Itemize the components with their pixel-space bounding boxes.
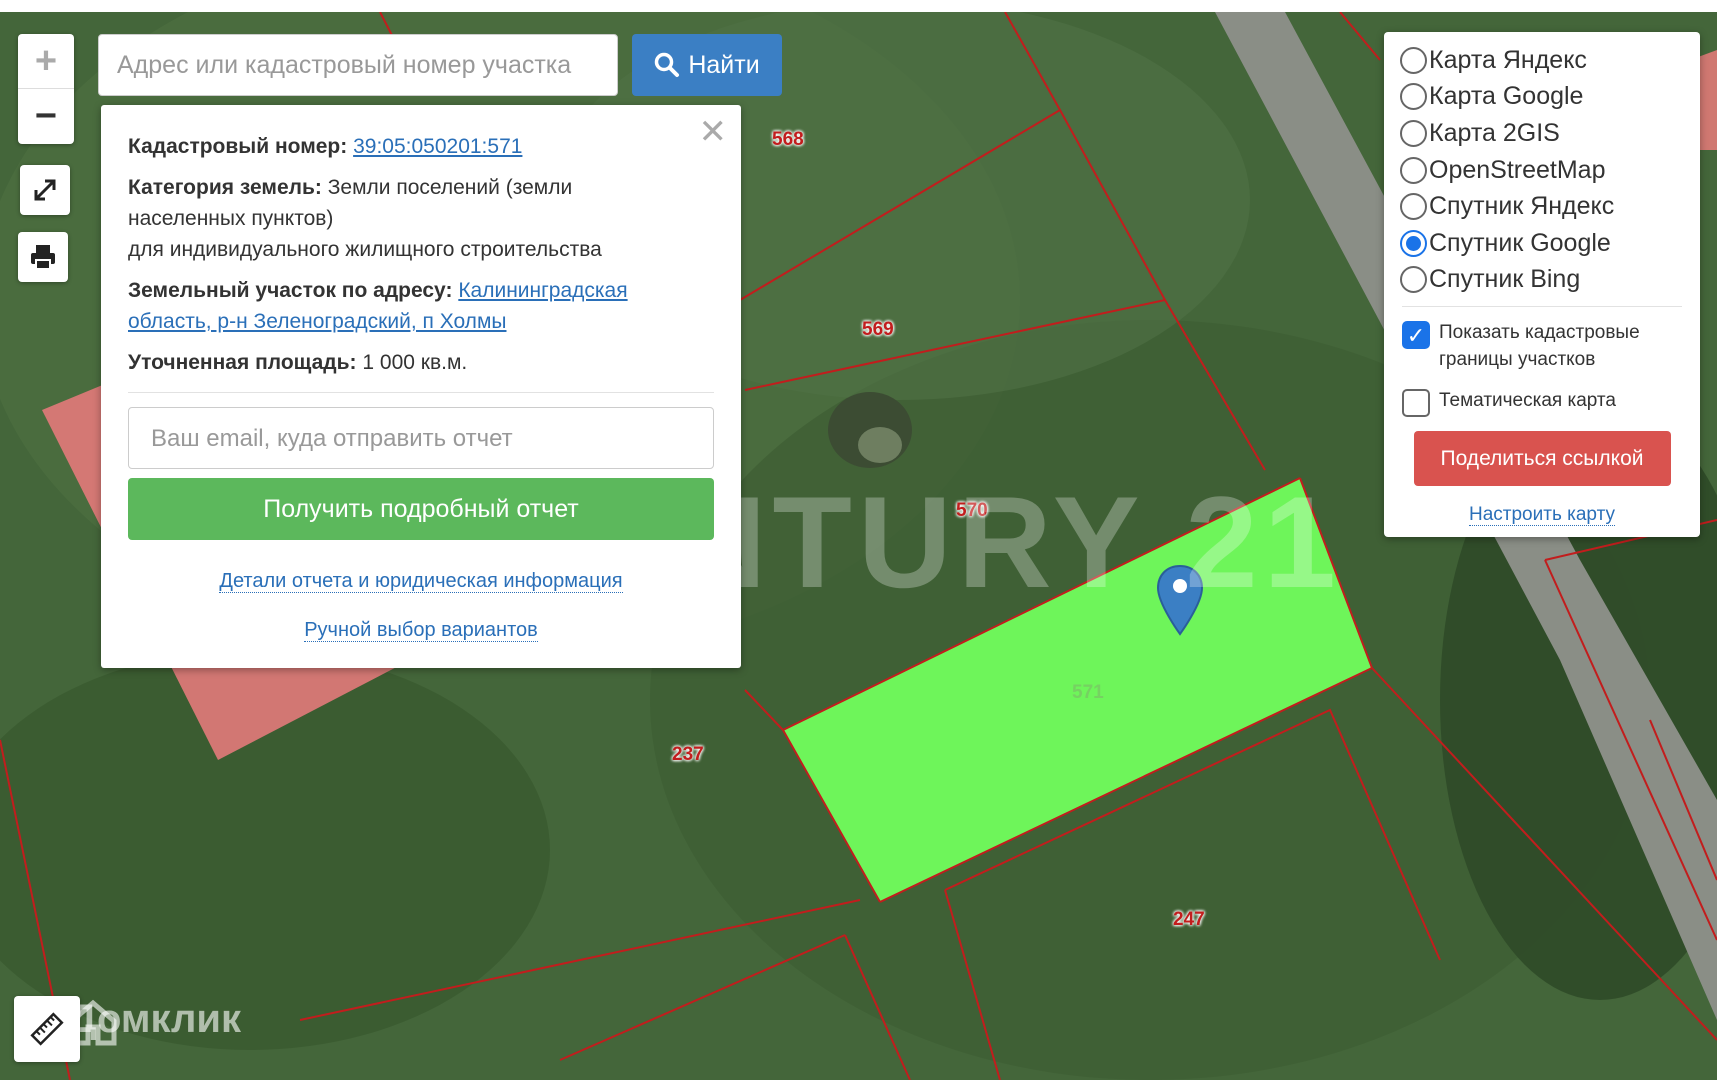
layer-option[interactable]: Спутник Bing bbox=[1400, 262, 1682, 299]
email-input[interactable]: Ваш email, куда отправить отчет bbox=[128, 407, 714, 469]
parcel-label: 568 bbox=[772, 129, 804, 150]
radio-button-selected[interactable] bbox=[1400, 229, 1427, 257]
show-borders-option[interactable]: ✓ Показать кадастровые границы участков bbox=[1402, 319, 1682, 373]
area-row: Уточненная площадь: 1 000 кв.м. bbox=[128, 347, 714, 378]
cadastral-number-link[interactable]: 39:05:050201:571 bbox=[353, 135, 522, 158]
divider bbox=[128, 392, 714, 393]
area-label: Уточненная площадь: bbox=[128, 351, 357, 374]
domclick-logo: Домклик bbox=[68, 997, 241, 1046]
parcel-info-popup: ✕ Кадастровый номер: 39:05:050201:571 Ка… bbox=[101, 105, 741, 668]
parcel-label: 237 bbox=[672, 744, 704, 765]
minus-icon: − bbox=[34, 95, 58, 137]
radio-button[interactable] bbox=[1400, 193, 1427, 221]
plus-icon: + bbox=[34, 39, 58, 82]
address-label: Земельный участок по адресу: bbox=[128, 279, 453, 302]
layer-label: Спутник Яндекс bbox=[1429, 192, 1615, 221]
radio-button[interactable] bbox=[1400, 156, 1427, 184]
printer-icon bbox=[31, 245, 55, 270]
category-label: Категория земель: bbox=[128, 176, 322, 199]
parcel-label: 571 bbox=[1072, 682, 1104, 703]
ruler-button[interactable] bbox=[14, 996, 80, 1062]
map-pin-icon[interactable] bbox=[1156, 564, 1204, 638]
layer-label: Спутник Google bbox=[1429, 228, 1611, 257]
find-button[interactable]: Найти bbox=[632, 34, 782, 96]
usage-text: для индивидуального жилищного строительс… bbox=[128, 238, 602, 261]
expand-icon bbox=[34, 179, 56, 201]
get-report-button[interactable]: Получить подробный отчет bbox=[128, 478, 714, 540]
thematic-label: Тематическая карта bbox=[1439, 390, 1616, 412]
checkbox[interactable] bbox=[1402, 389, 1430, 418]
layer-option[interactable]: OpenStreetMap bbox=[1400, 152, 1682, 189]
ruler-icon bbox=[30, 1012, 64, 1046]
cadastral-row: Кадастровый номер: 39:05:050201:571 bbox=[128, 131, 714, 162]
category-row: Категория земель: Земли поселений (земли… bbox=[128, 172, 618, 234]
fullscreen-button[interactable] bbox=[20, 165, 70, 215]
show-borders-label: Показать кадастровые границы участков bbox=[1439, 322, 1640, 371]
manual-selection-link[interactable]: Ручной выбор вариантов bbox=[304, 619, 538, 642]
layer-label: Карта Яндекс bbox=[1429, 45, 1587, 74]
cadastral-label: Кадастровый номер: bbox=[128, 135, 348, 158]
email-placeholder: Ваш email, куда отправить отчет bbox=[151, 424, 513, 452]
parcel-label: 247 bbox=[1173, 909, 1205, 930]
layer-option[interactable]: Карта Яндекс bbox=[1400, 42, 1682, 79]
zoom-control: + − bbox=[18, 34, 74, 144]
parcel-label: 570 bbox=[956, 500, 988, 521]
layer-label: Спутник Bing bbox=[1429, 265, 1581, 294]
layer-option[interactable]: Карта Google bbox=[1400, 79, 1682, 116]
layer-label: OpenStreetMap bbox=[1429, 155, 1606, 184]
search-input[interactable]: Адрес или кадастровый номер участка bbox=[98, 34, 618, 96]
parcel-label: 569 bbox=[862, 319, 894, 340]
close-icon[interactable]: ✕ bbox=[699, 115, 728, 149]
radio-button[interactable] bbox=[1400, 119, 1427, 147]
details-link[interactable]: Детали отчета и юридическая информация bbox=[219, 570, 623, 593]
thematic-map-option[interactable]: Тематическая карта bbox=[1402, 387, 1682, 418]
zoom-out-button[interactable]: − bbox=[18, 89, 74, 144]
zoom-in-button[interactable]: + bbox=[18, 34, 74, 89]
layer-option[interactable]: Спутник Google bbox=[1400, 225, 1682, 262]
radio-button[interactable] bbox=[1400, 83, 1427, 111]
share-link-button[interactable]: Поделиться ссылкой bbox=[1413, 431, 1671, 487]
layers-panel: Карта Яндекс Карта Google Карта 2GIS Ope… bbox=[1384, 32, 1700, 537]
checkbox-checked[interactable]: ✓ bbox=[1402, 321, 1430, 350]
configure-map-link[interactable]: Настроить карту bbox=[1469, 504, 1615, 527]
radio-button[interactable] bbox=[1400, 266, 1427, 294]
print-button[interactable] bbox=[18, 232, 68, 282]
layer-option[interactable]: Спутник Яндекс bbox=[1400, 188, 1682, 225]
area-value: 1 000 кв.м. bbox=[362, 351, 468, 374]
manual-link-row: Ручной выбор вариантов bbox=[128, 615, 714, 646]
search-icon bbox=[655, 52, 680, 77]
divider bbox=[1402, 306, 1682, 308]
find-button-label: Найти bbox=[688, 50, 760, 79]
address-row: Земельный участок по адресу: Калининград… bbox=[128, 275, 688, 337]
search-placeholder: Адрес или кадастровый номер участка bbox=[117, 50, 572, 79]
configure-map-row: Настроить карту bbox=[1402, 504, 1682, 527]
layer-label: Карта 2GIS bbox=[1429, 118, 1560, 147]
details-link-row: Детали отчета и юридическая информация bbox=[128, 566, 714, 597]
radio-button[interactable] bbox=[1400, 46, 1427, 74]
layer-label: Карта Google bbox=[1429, 82, 1584, 111]
layer-option[interactable]: Карта 2GIS bbox=[1400, 115, 1682, 152]
